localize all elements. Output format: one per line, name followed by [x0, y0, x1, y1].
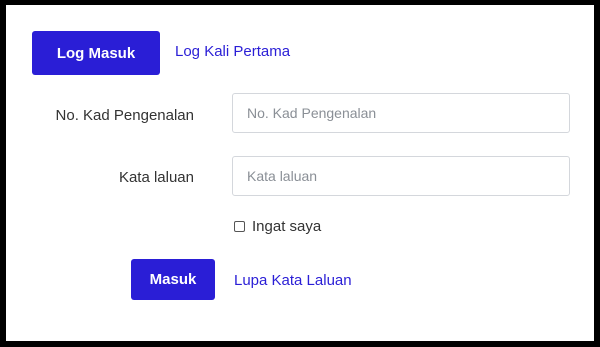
submit-button-label: Masuk: [149, 271, 197, 288]
tab-log-kali-pertama-label: Log Kali Pertama: [175, 43, 291, 60]
ic-number-input[interactable]: [232, 93, 570, 133]
remember-me[interactable]: Ingat saya: [234, 218, 321, 235]
login-card: Log Masuk Log Kali Pertama No. Kad Penge…: [6, 5, 594, 341]
forgot-password-label: Lupa Kata Laluan: [234, 272, 352, 289]
submit-button[interactable]: Masuk: [131, 259, 215, 300]
ic-number-label: No. Kad Pengenalan: [55, 107, 194, 124]
password-label: Kata laluan: [118, 169, 194, 186]
password-input[interactable]: [232, 156, 570, 196]
tab-log-masuk-label: Log Masuk: [56, 44, 136, 62]
tab-log-kali-pertama[interactable]: Log Kali Pertama: [175, 43, 290, 60]
remember-me-checkbox[interactable]: [234, 221, 245, 232]
forgot-password-link[interactable]: Lupa Kata Laluan: [234, 272, 352, 289]
tab-log-masuk[interactable]: Log Masuk: [32, 31, 160, 75]
remember-me-label: Ingat saya: [252, 218, 322, 235]
